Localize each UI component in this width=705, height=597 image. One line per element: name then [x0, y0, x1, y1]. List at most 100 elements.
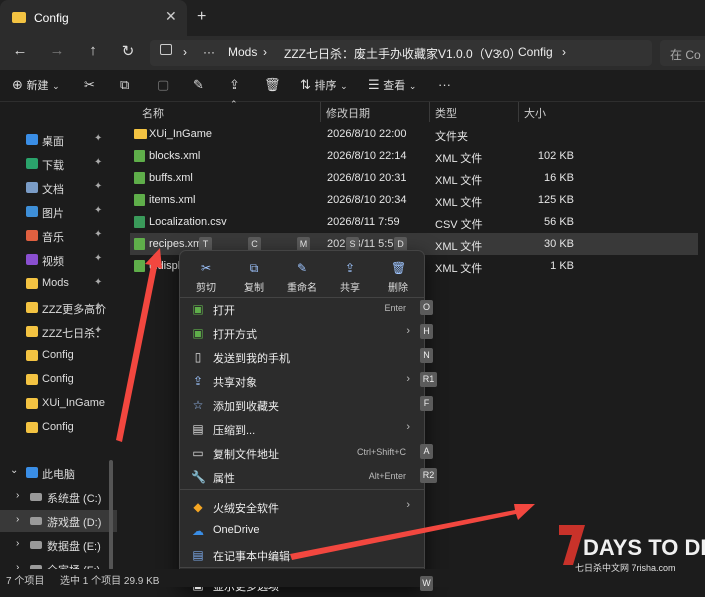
delete-quick-button[interactable]: 🗑 删除: [374, 261, 422, 294]
quick-label: 复制: [244, 283, 264, 294]
pin-icon[interactable]: ✦: [94, 253, 102, 264]
file-row[interactable]: XUi_InGame 2026/8/10 22:00 文件夹: [130, 123, 698, 145]
pin-icon[interactable]: ✦: [94, 133, 102, 144]
submenu-arrow-icon: ›: [406, 373, 410, 385]
menu-item-open-with[interactable]: ▣ 打开方式 ›: [180, 321, 424, 345]
column-size[interactable]: 大小: [524, 105, 546, 121]
search-input[interactable]: 在 Co: [660, 40, 705, 66]
cut-quick-button[interactable]: ✂ 剪切: [182, 261, 230, 294]
view-button[interactable]: ☰ 查看 ⌄: [368, 77, 416, 93]
share-quick-button[interactable]: ⇪ 共享: [326, 261, 374, 294]
sidebar-item-label: Config: [42, 421, 74, 433]
sidebar-item[interactable]: Config: [0, 369, 117, 391]
paste-icon[interactable]: ▢: [157, 77, 169, 93]
menu-item-onedrive[interactable]: ☁ OneDrive: [180, 519, 424, 543]
sidebar-item[interactable]: ZZZ更多高价 ✦: [0, 297, 117, 319]
sidebar-item[interactable]: 下载 ✦: [0, 153, 117, 175]
sidebar-item[interactable]: 桌面 ✦: [0, 129, 117, 151]
pin-icon[interactable]: ✦: [94, 277, 102, 288]
quick-label: 删除: [388, 283, 408, 294]
pin-icon[interactable]: ✦: [94, 301, 102, 312]
sidebar-item[interactable]: Mods ✦: [0, 273, 117, 295]
back-arrow-icon[interactable]: ←: [10, 42, 30, 59]
menu-item-send-to-phone[interactable]: ▯ 发送到我的手机: [180, 345, 424, 369]
menu-item-properties[interactable]: 🔧 属性 Alt+Enter: [180, 465, 424, 489]
column-type[interactable]: 类型: [435, 105, 457, 121]
sidebar-item[interactable]: Config: [0, 417, 117, 439]
sidebar-item[interactable]: XUi_InGame: [0, 393, 117, 415]
file-row[interactable]: blocks.xml 2026/8/10 22:14 XML 文件 102 KB: [130, 145, 698, 167]
up-arrow-icon[interactable]: ↑: [83, 42, 103, 59]
forward-arrow-icon[interactable]: →: [47, 42, 67, 59]
breadcrumb-mods[interactable]: Mods: [228, 45, 257, 59]
context-menu: ✂ 剪切 ⧉ 复制 ✎ 重命名 ⇪ 共享 🗑 删除 ▣ 打开 Enter ▣ 打开方式 › ▯ 发送到我的手机 ⇪ 共…: [179, 250, 425, 593]
submenu-arrow-icon: ›: [406, 325, 410, 337]
breadcrumb-more[interactable]: ···: [203, 45, 215, 59]
share-icon[interactable]: ⇪: [229, 77, 240, 93]
column-name[interactable]: 名称: [142, 105, 164, 121]
copy-icon: ⧉: [249, 261, 259, 275]
refresh-icon[interactable]: ↻: [118, 42, 138, 60]
menu-item-add-favorites[interactable]: ☆ 添加到收藏夹: [180, 393, 424, 417]
menu-item-open[interactable]: ▣ 打开 Enter: [180, 297, 424, 321]
cut-icon[interactable]: ✂: [84, 77, 95, 93]
sidebar-item-label: 游戏盘 (D:): [47, 517, 102, 529]
column-divider: [518, 102, 519, 122]
menu-item-edit-notepad[interactable]: ▤ 在记事本中编辑: [180, 543, 424, 567]
pin-icon[interactable]: ✦: [94, 325, 102, 336]
menu-item-huorong[interactable]: ◆ 火绒安全软件 ›: [180, 495, 424, 519]
delete-icon[interactable]: 🗑: [264, 77, 281, 93]
menu-item-share-with[interactable]: ⇪ 共享对象 ›: [180, 369, 424, 393]
tab-config[interactable]: Config ✕: [0, 0, 187, 36]
sidebar-drive[interactable]: › 系统盘 (C:): [0, 486, 117, 508]
rename-icon[interactable]: ✎: [193, 77, 204, 93]
menu-item-compress[interactable]: ▤ 压缩到... ›: [180, 417, 424, 441]
view-label: 查看: [383, 80, 406, 92]
send-to-phone-icon: ▯: [194, 350, 202, 364]
pin-icon[interactable]: ✦: [94, 181, 102, 192]
address-box[interactable]: › ··· Mods › ZZZ七日杀：废土手办收藏家V1.0.0（V3.0） …: [150, 40, 652, 66]
sidebar-item[interactable]: Config: [0, 345, 117, 367]
file-row[interactable]: buffs.xml 2026/8/10 20:31 XML 文件 16 KB: [130, 167, 698, 189]
file-size: 56 KB: [544, 216, 574, 228]
copy-path-icon: ▭: [192, 446, 204, 460]
column-header: 名称 ⌃ 修改日期 类型 大小: [120, 99, 705, 122]
sort-button[interactable]: ⇅ 排序 ⌄: [300, 77, 348, 93]
file-row[interactable]: items.xml 2026/8/10 20:34 XML 文件 125 KB: [130, 189, 698, 211]
sidebar-drive[interactable]: › 数据盘 (E:): [0, 534, 117, 556]
pin-icon[interactable]: ✦: [94, 157, 102, 168]
column-divider: [429, 102, 430, 122]
close-tab-icon[interactable]: ✕: [165, 8, 177, 25]
sidebar-item[interactable]: 视频 ✦: [0, 249, 117, 271]
sidebar-item-label: 桌面: [42, 136, 64, 148]
sort-icon: ⇅: [300, 77, 311, 92]
sidebar-item-label: 下载: [42, 160, 64, 172]
file-size: 16 KB: [544, 172, 574, 184]
breadcrumb-config[interactable]: Config: [518, 45, 553, 59]
file-row[interactable]: Localization.csv 2026/8/11 7:59 CSV 文件 56 K…: [130, 211, 698, 233]
menu-item-copy-path[interactable]: ▭ 复制文件地址 Ctrl+Shift+C: [180, 441, 424, 465]
new-tab-button[interactable]: +: [197, 8, 206, 26]
pin-icon[interactable]: ✦: [94, 205, 102, 216]
copy-icon[interactable]: ⧉: [120, 77, 129, 93]
sidebar-item[interactable]: 图片 ✦: [0, 201, 117, 223]
menu-item-label: 火绒安全软件: [213, 503, 279, 515]
watermark-title: DAYS TO DIE: [583, 535, 705, 560]
sidebar-item-this-pc[interactable]: ⌄ 此电脑: [0, 462, 117, 484]
pin-icon[interactable]: ✦: [94, 229, 102, 240]
sidebar-item[interactable]: 音乐 ✦: [0, 225, 117, 247]
sidebar-drive[interactable]: › 游戏盘 (D:): [0, 510, 117, 532]
rename-quick-button[interactable]: ✎ 重命名: [278, 261, 326, 294]
breadcrumb-mod-folder[interactable]: ZZZ七日杀：废土手办收藏家V1.0.0（V3.0）: [284, 45, 521, 62]
sidebar-item-label: 此电脑: [42, 469, 75, 481]
sidebar-item[interactable]: 文档 ✦: [0, 177, 117, 199]
copy-quick-button[interactable]: ⧉ 复制: [230, 261, 278, 294]
more-options-button[interactable]: ···: [438, 77, 451, 92]
sidebar-scrollbar[interactable]: [109, 460, 113, 570]
chevron-right-icon: ›: [16, 490, 20, 501]
sidebar-item[interactable]: ZZZ七日杀： ✦: [0, 321, 117, 343]
access-key: N: [420, 348, 433, 363]
sidebar-item-label: Mods: [42, 277, 69, 289]
column-date[interactable]: 修改日期: [326, 105, 370, 121]
new-button[interactable]: ⊕ 新建 ⌄: [12, 77, 60, 93]
